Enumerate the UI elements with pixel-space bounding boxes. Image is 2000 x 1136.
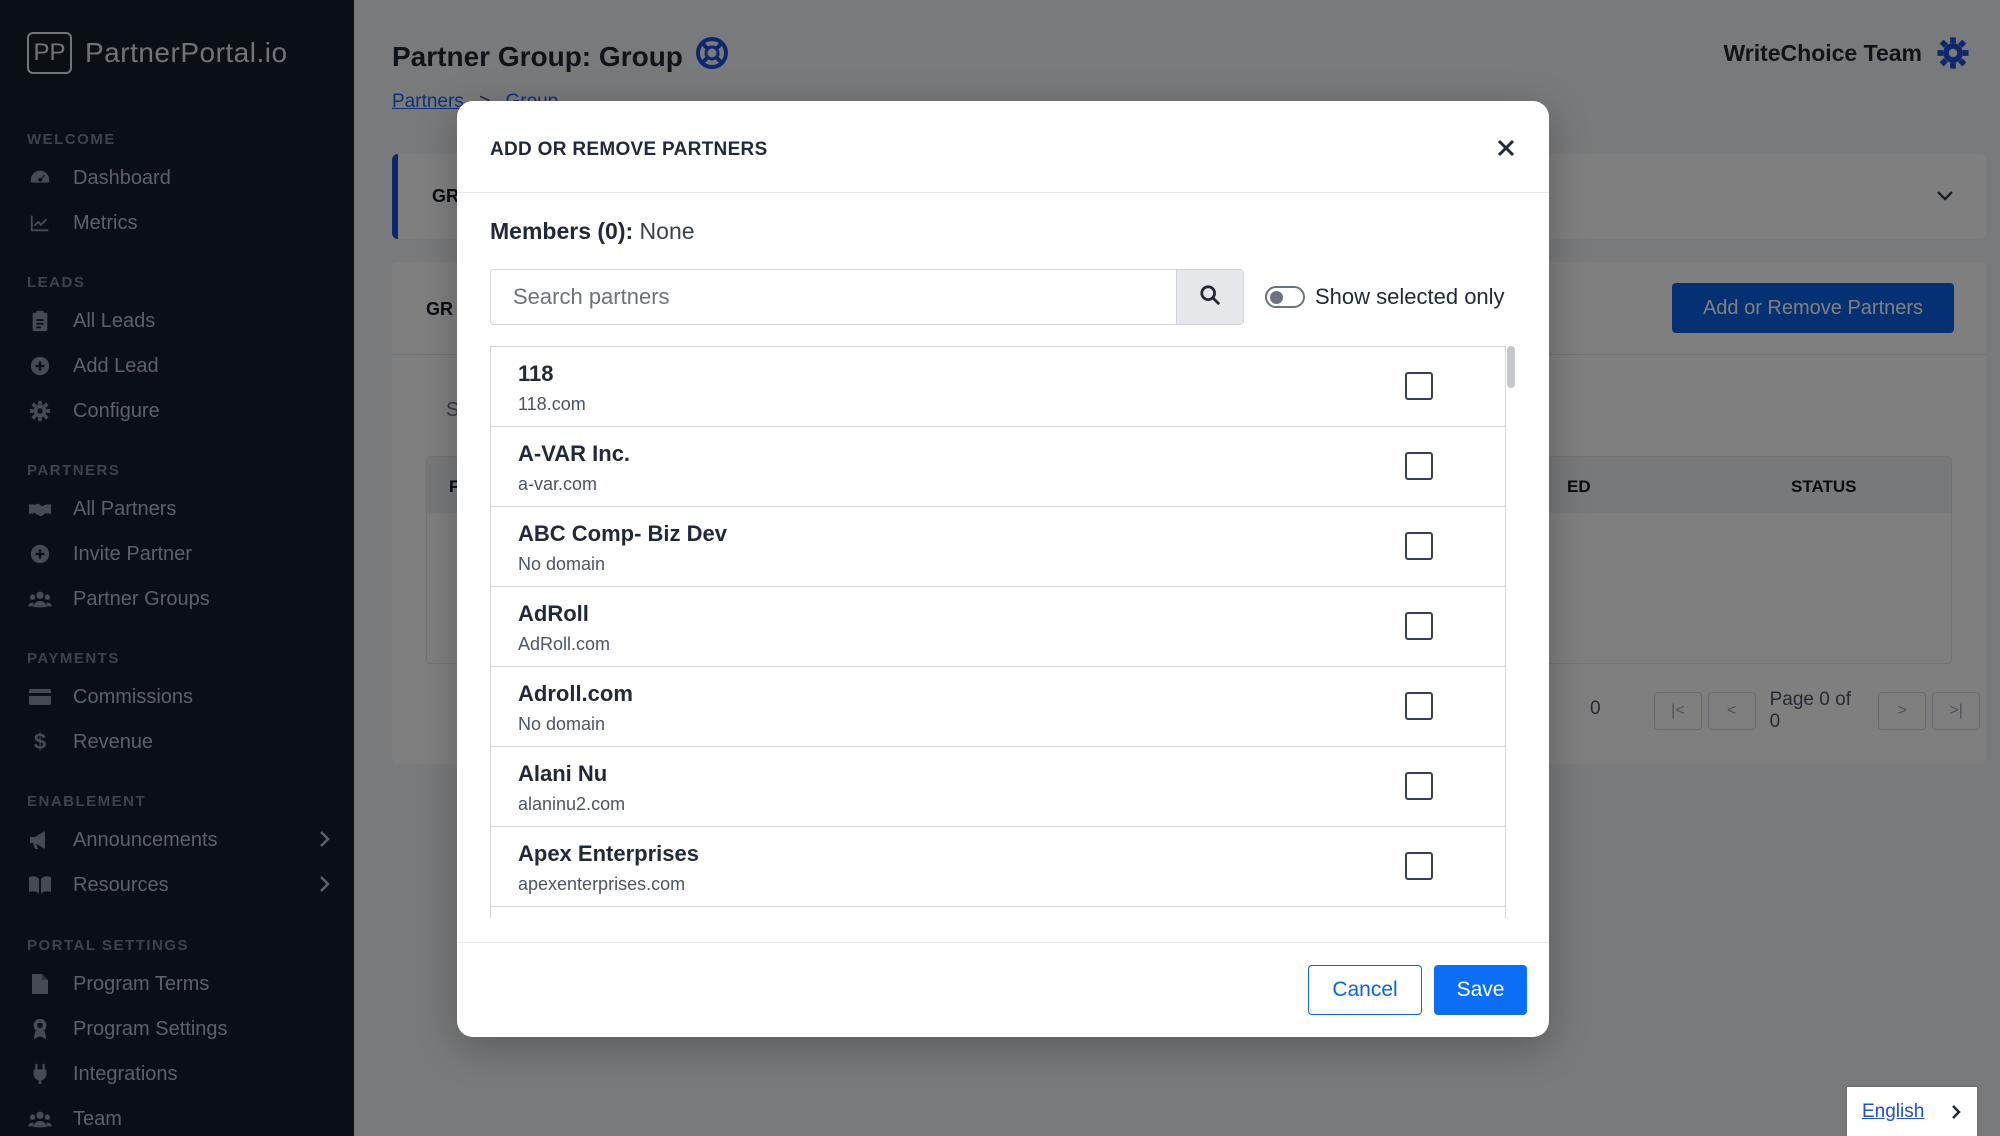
cancel-button[interactable]: Cancel: [1308, 965, 1422, 1015]
list-item[interactable]: Adroll.com No domain: [491, 667, 1505, 747]
list-item[interactable]: AdRoll AdRoll.com: [491, 587, 1505, 667]
save-button[interactable]: Save: [1434, 965, 1527, 1015]
chevron-right-icon: [1950, 1103, 1962, 1126]
add-remove-partners-modal: ADD OR REMOVE PARTNERS Members (0): None…: [457, 101, 1549, 1037]
partner-name: ABC Comp- Biz Dev: [518, 521, 728, 546]
scroll-thumb[interactable]: [1507, 346, 1515, 388]
members-label: Members (0):: [490, 218, 634, 244]
partner-checkbox[interactable]: [1405, 452, 1433, 480]
list-item[interactable]: Alani Nu alaninu2.com: [491, 747, 1505, 827]
partner-domain: a-var.com: [518, 474, 598, 494]
partner-name: AdRoll: [518, 601, 589, 626]
partner-name: Apex Enterprises: [518, 841, 699, 866]
partner-domain: No domain: [518, 554, 606, 574]
partner-name: Alani Nu: [518, 761, 608, 786]
toggle-knob: [1270, 291, 1283, 304]
partner-list: 118 118.com A-VAR Inc. a-var.com ABC Com…: [490, 346, 1506, 918]
search-button[interactable]: [1176, 270, 1243, 324]
modal-header: ADD OR REMOVE PARTNERS: [457, 101, 1549, 193]
show-selected-toggle[interactable]: [1265, 286, 1305, 308]
partner-checkbox[interactable]: [1405, 692, 1433, 720]
modal-footer: Cancel Save: [457, 942, 1549, 1037]
close-icon[interactable]: [1493, 135, 1519, 161]
partner-domain: 118.com: [518, 394, 586, 414]
members-summary: Members (0): None: [490, 218, 695, 245]
partner-list-container: 118 118.com A-VAR Inc. a-var.com ABC Com…: [490, 346, 1516, 918]
partner-name: Adroll.com: [518, 681, 633, 706]
partner-search: [490, 269, 1244, 325]
members-value: None: [639, 218, 695, 244]
language-link[interactable]: English: [1862, 1101, 1924, 1123]
list-item[interactable]: Apex Enterprises apexenterprises.com: [491, 827, 1505, 907]
partner-domain: alaninu2.com: [518, 794, 626, 814]
partner-name: A-VAR Inc.: [518, 441, 631, 466]
list-item[interactable]: ABC Comp- Biz Dev No domain: [491, 507, 1505, 587]
partner-checkbox[interactable]: [1405, 772, 1433, 800]
partner-checkbox[interactable]: [1405, 852, 1433, 880]
partner-checkbox[interactable]: [1405, 372, 1433, 400]
list-item[interactable]: [491, 907, 1505, 918]
list-item[interactable]: A-VAR Inc. a-var.com: [491, 427, 1505, 507]
partner-domain: AdRoll.com: [518, 634, 611, 654]
list-item[interactable]: 118 118.com: [491, 347, 1505, 427]
language-selector[interactable]: English: [1847, 1087, 1977, 1136]
list-scrollbar[interactable]: [1506, 346, 1516, 918]
search-icon: [1199, 284, 1221, 311]
partner-domain: apexenterprises.com: [518, 874, 686, 894]
search-input[interactable]: [491, 270, 1176, 324]
partner-checkbox[interactable]: [1405, 532, 1433, 560]
partner-domain: No domain: [518, 714, 606, 734]
modal-title: ADD OR REMOVE PARTNERS: [490, 139, 768, 160]
show-selected-label[interactable]: Show selected only: [1315, 284, 1505, 310]
partner-checkbox[interactable]: [1405, 612, 1433, 640]
partner-name: 118: [518, 361, 554, 386]
